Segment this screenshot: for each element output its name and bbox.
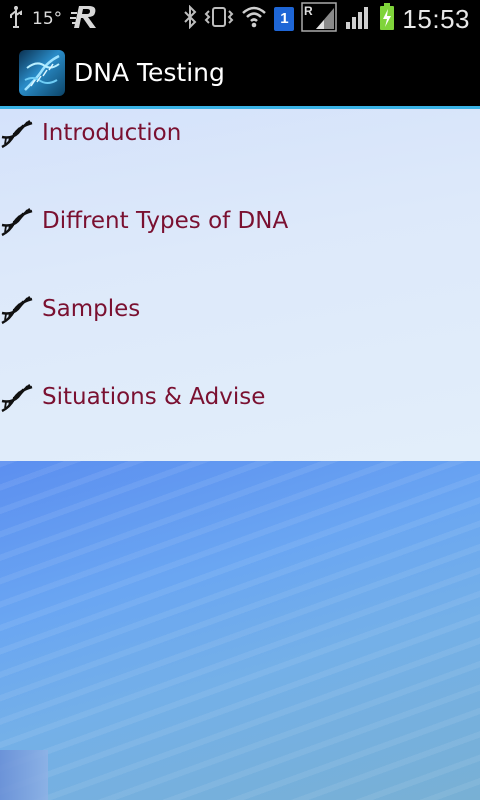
corner-shade (0, 750, 48, 800)
svg-text:R: R (304, 4, 313, 18)
menu-item-introduction[interactable]: Introduction (0, 109, 480, 197)
action-bar: DNA Testing (0, 38, 480, 109)
dna-icon (0, 205, 34, 239)
background-wallpaper (0, 461, 480, 800)
menu-item-label: Diffrent Types of DNA (42, 208, 289, 234)
menu-item-label: Situations & Advise (42, 384, 266, 410)
vibrate-icon (204, 5, 234, 33)
menu-list: Introduction Diffrent Types of DNA Sampl… (0, 109, 480, 461)
battery-charging-icon (379, 3, 395, 35)
signal-icon (344, 4, 372, 34)
status-bar: 15° 1 R 15:53 (0, 0, 480, 38)
bluetooth-icon (183, 4, 197, 33)
sim-badge: 1 (274, 7, 295, 31)
dna-icon (0, 381, 34, 415)
roaming-signal-icon: R (301, 2, 338, 36)
usb-icon (8, 5, 24, 33)
temperature-text: 15° (32, 9, 63, 29)
menu-item-types-of-dna[interactable]: Diffrent Types of DNA (0, 197, 480, 285)
menu-item-situations-advise[interactable]: Situations & Advise (0, 373, 480, 461)
menu-item-label: Samples (42, 296, 141, 322)
status-left: 15° (8, 6, 100, 32)
r-app-icon (70, 4, 100, 34)
status-right: 1 R 15:53 (183, 2, 470, 36)
menu-item-samples[interactable]: Samples (0, 285, 480, 373)
menu-item-label: Introduction (42, 120, 182, 146)
wifi-icon (241, 5, 267, 33)
dna-app-icon[interactable] (19, 50, 65, 96)
clock-text: 15:53 (402, 3, 470, 34)
dna-icon (0, 293, 34, 327)
dna-icon (0, 117, 34, 151)
app-title: DNA Testing (74, 58, 225, 87)
